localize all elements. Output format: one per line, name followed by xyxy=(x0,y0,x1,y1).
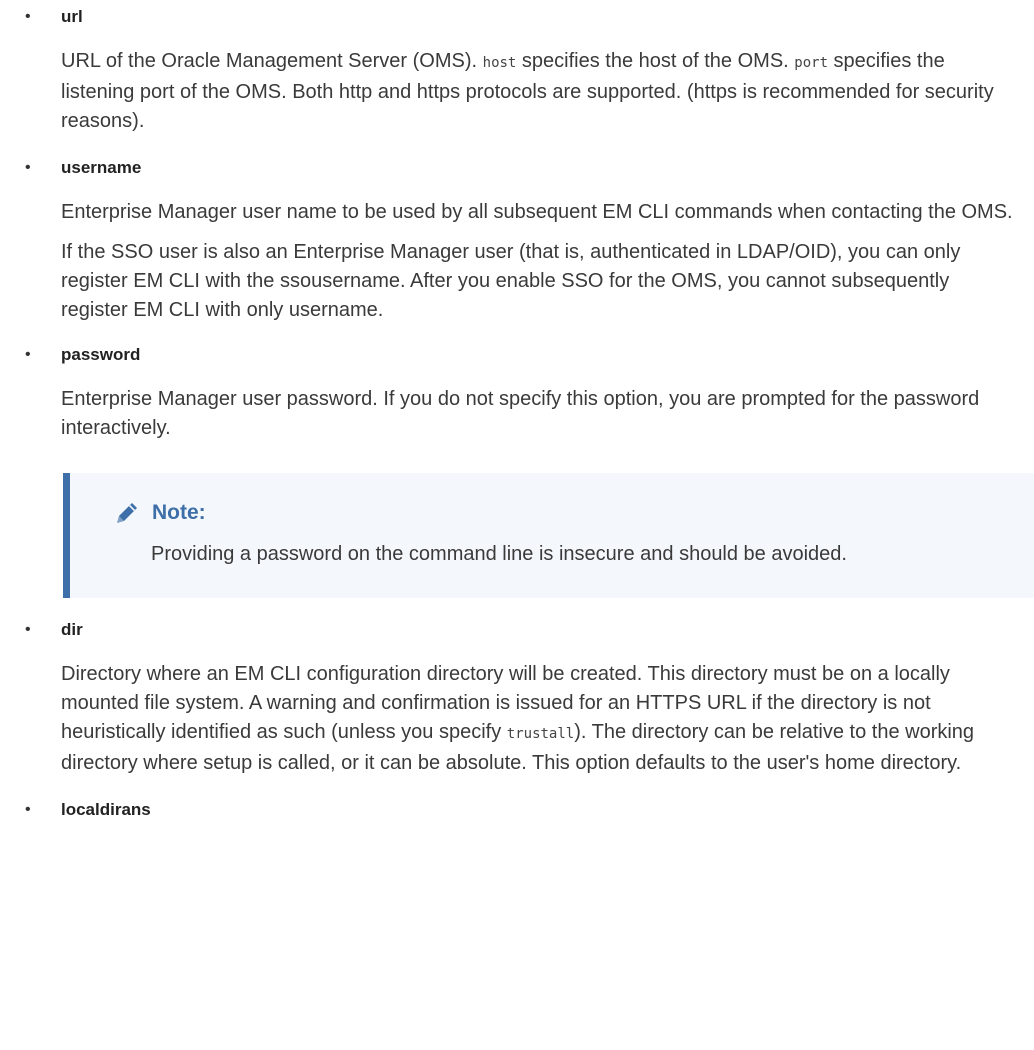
option-term: localdirans xyxy=(61,800,151,819)
option-password: • password Enterprise Manager user passw… xyxy=(0,338,1034,443)
option-term: dir xyxy=(61,620,83,639)
option-description: Enterprise Manager user password. If you… xyxy=(61,388,980,439)
option-description: Directory where an EM CLI configuration … xyxy=(61,660,1021,778)
option-term: password xyxy=(61,345,141,364)
pencil-icon xyxy=(114,500,140,526)
inline-code: port xyxy=(794,55,828,71)
option-term: username xyxy=(61,158,142,177)
option-username: • username Enterprise Manager user name … xyxy=(0,151,1034,325)
option-url: • url URL of the Oracle Management Serve… xyxy=(0,0,1034,136)
bullet: • xyxy=(25,801,31,818)
text-run: specifies the host of the OMS. xyxy=(516,50,795,72)
option-dir: • dir Directory where an EM CLI configur… xyxy=(0,613,1034,778)
option-localdirans: • localdirans xyxy=(0,793,1034,827)
option-description: URL of the Oracle Management Server (OMS… xyxy=(61,47,1021,136)
inline-code: host xyxy=(482,55,517,71)
bullet: • xyxy=(25,8,31,25)
note-box: Note: Providing a password on the comman… xyxy=(63,473,1034,598)
bullet: • xyxy=(25,346,31,363)
note-body: Providing a password on the command line… xyxy=(151,543,847,565)
bullet: • xyxy=(25,159,31,176)
document: • url URL of the Oracle Management Serve… xyxy=(0,0,1034,827)
text-run: URL of the Oracle Management Server (OMS… xyxy=(61,50,483,72)
note-header: Note: xyxy=(114,500,994,526)
note-title: Note: xyxy=(152,501,206,524)
inline-code: trustall xyxy=(506,726,575,742)
bullet: • xyxy=(25,621,31,638)
option-description: If the SSO user is also an Enterprise Ma… xyxy=(61,241,961,321)
option-term: url xyxy=(61,7,83,26)
option-description: Enterprise Manager user name to be used … xyxy=(61,201,1013,223)
